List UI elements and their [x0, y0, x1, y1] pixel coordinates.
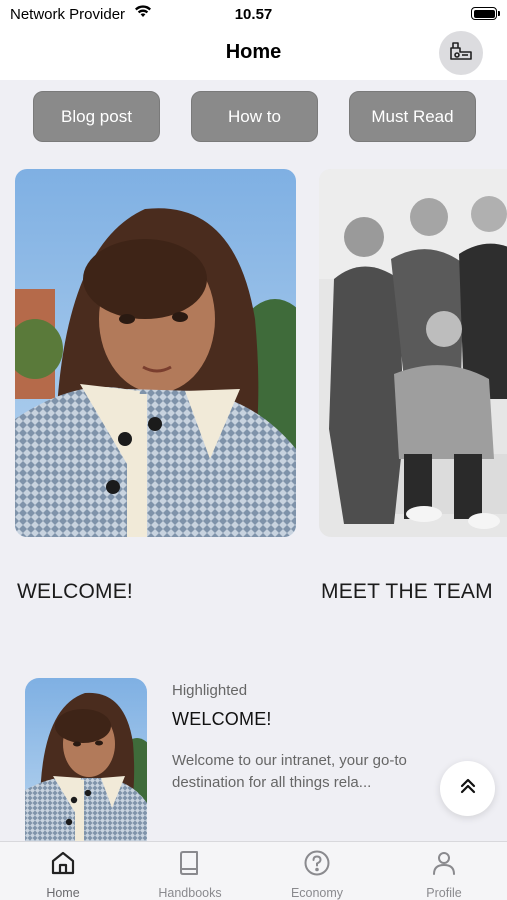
header-action-button[interactable]: [439, 31, 483, 75]
tab-bar: Home Handbooks Economy Profile: [0, 841, 507, 900]
tab-economy[interactable]: Economy: [254, 842, 380, 900]
chip-label: Must Read: [371, 106, 454, 126]
card-title: MEET THE TEAM: [321, 580, 493, 603]
tab-handbooks[interactable]: Handbooks: [127, 842, 253, 900]
tab-label: Handbooks: [158, 886, 222, 900]
tab-profile[interactable]: Profile: [381, 842, 507, 900]
home-icon: [0, 849, 126, 877]
tab-home[interactable]: Home: [0, 842, 126, 900]
scroll-to-top-button[interactable]: [440, 761, 495, 816]
person-icon: [381, 849, 507, 877]
article-excerpt: Welcome to our intranet, your go-to dest…: [172, 752, 407, 791]
double-chevron-up-icon: [458, 776, 478, 801]
battery-icon: [471, 7, 500, 20]
girl-portrait-photo: [15, 169, 296, 537]
page-title: Home: [225, 41, 282, 63]
article-thumbnail: [25, 678, 147, 842]
nav-bar: Home: [0, 28, 507, 80]
article-title: WELCOME!: [172, 709, 272, 729]
team-bw-photo: [319, 169, 507, 537]
highlighted-article[interactable]: Highlighted WELCOME! Welcome to our intr…: [25, 678, 485, 842]
tab-label: Home: [46, 886, 80, 900]
chip-how-to[interactable]: How to: [191, 91, 318, 142]
clock: 10.57: [234, 6, 273, 23]
card-title: WELCOME!: [17, 580, 133, 603]
tab-label: Economy: [290, 886, 344, 900]
article-eyebrow: Highlighted: [172, 682, 248, 699]
chip-blog-post[interactable]: Blog post: [33, 91, 160, 142]
chip-label: How to: [228, 106, 281, 126]
book-icon: [127, 849, 253, 877]
featured-carousel[interactable]: WELCOME! MEET THE TEAM: [0, 169, 507, 619]
status-bar: Network Provider 10.57: [0, 0, 507, 28]
question-circle-icon: [254, 849, 380, 877]
badge-key-icon: [448, 40, 474, 67]
category-filter-bar: Blog post How to Must Read: [0, 91, 507, 143]
chip-label: Blog post: [61, 106, 132, 126]
chip-must-read[interactable]: Must Read: [349, 91, 476, 142]
tab-label: Profile: [426, 886, 462, 900]
